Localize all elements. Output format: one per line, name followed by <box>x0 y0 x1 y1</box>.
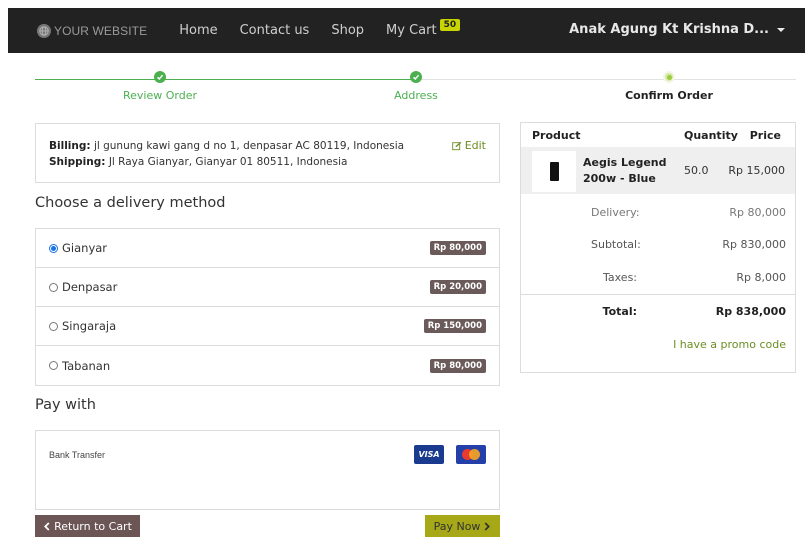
shipping-label: Shipping: <box>49 156 106 168</box>
option-name: Denpasar <box>62 280 118 294</box>
nav-my-cart[interactable]: My Cart 50 <box>386 19 461 38</box>
radio-selected-icon[interactable] <box>49 243 58 253</box>
globe-icon <box>37 23 51 38</box>
brand-name: YOUR WEBSITE <box>54 23 148 38</box>
taxes-value: Rp 8,000 <box>736 271 786 284</box>
progress-line-done <box>35 79 415 80</box>
current-step-dot-icon <box>663 71 675 83</box>
radio-icon[interactable] <box>49 282 58 292</box>
nav-contact[interactable]: Contact us <box>240 23 310 38</box>
edit-address-link[interactable]: Edit <box>451 138 486 154</box>
option-name: Tabanan <box>62 358 111 373</box>
step-label: Confirm Order <box>625 89 713 102</box>
delivery-options-list: Gianyar Rp 80,000 Denpasar Rp 20,000 Sin… <box>35 228 500 386</box>
user-menu-dropdown[interactable]: Anak Agung Kt Krishna D... <box>569 22 785 37</box>
user-name: Anak Agung Kt Krishna D... <box>569 22 769 37</box>
nav-home[interactable]: Home <box>179 23 217 38</box>
product-quantity: 50.0 <box>684 164 709 177</box>
device-icon <box>549 162 559 181</box>
step-label: Address <box>394 89 438 102</box>
step-confirm-order: Confirm Order <box>619 71 719 102</box>
progress-line-pending <box>415 79 796 80</box>
product-name-line2: 200w - Blue <box>583 172 656 185</box>
order-summary-panel: Product Quantity Price Aegis Legend 200w… <box>520 122 796 373</box>
chevron-right-icon <box>484 521 491 531</box>
product-name: Aegis Legend 200w - Blue <box>583 155 667 187</box>
visa-icon: VISA <box>414 445 444 464</box>
header-product: Product <box>532 128 581 142</box>
step-review-order[interactable]: Review Order <box>110 71 210 102</box>
option-name: Gianyar <box>62 241 108 255</box>
delivery-option-singaraja[interactable]: Singaraja Rp 150,000 <box>36 307 499 346</box>
subtotal-row: Subtotal: Rp 830,000 <box>521 238 795 258</box>
taxes-label: Taxes: <box>602 271 637 284</box>
summary-header: Product Quantity Price <box>521 123 795 147</box>
promo-code-link[interactable]: I have a promo code <box>673 338 786 351</box>
price-badge: Rp 80,000 <box>429 358 486 373</box>
check-icon <box>154 71 166 83</box>
delivery-value: Rp 80,000 <box>729 206 786 219</box>
payment-method-box[interactable]: Bank Transfer VISA <box>35 430 500 510</box>
price-badge: Rp 80,000 <box>429 241 486 255</box>
shipping-value: Jl Raya Gianyar, Gianyar 01 80511, Indon… <box>108 156 348 168</box>
delivery-option-tabanan[interactable]: Tabanan Rp 80,000 <box>36 346 499 385</box>
taxes-row: Taxes: Rp 8,000 <box>521 271 795 291</box>
header-quantity: Quantity <box>684 128 738 142</box>
radio-icon[interactable] <box>49 321 58 331</box>
shipping-line: Shipping: Jl Raya Gianyar, Gianyar 01 80… <box>49 154 486 170</box>
product-name-line1: Aegis Legend <box>583 156 667 169</box>
option-name: Singaraja <box>62 319 117 333</box>
edit-icon <box>451 141 461 151</box>
chevron-left-icon <box>44 521 50 531</box>
delivery-option-denpasar[interactable]: Denpasar Rp 20,000 <box>36 268 499 307</box>
radio-icon[interactable] <box>49 361 58 370</box>
delivery-option-gianyar[interactable]: Gianyar Rp 80,000 <box>36 229 499 268</box>
return-to-cart-button[interactable]: Return to Cart <box>35 515 140 537</box>
cart-label: My Cart <box>386 23 437 38</box>
delivery-row: Delivery: Rp 80,000 <box>521 206 795 226</box>
option-left: Tabanan <box>49 359 110 373</box>
summary-divider <box>521 294 795 295</box>
option-left: Gianyar <box>49 241 107 255</box>
caret-down-icon <box>777 27 785 32</box>
price-badge: Rp 20,000 <box>429 280 486 294</box>
return-label: Return to Cart <box>54 519 132 533</box>
subtotal-value: Rp 830,000 <box>722 238 786 251</box>
option-left: Singaraja <box>49 319 116 333</box>
payment-method-label: Bank Transfer <box>49 450 106 460</box>
total-row: Total: Rp 838,000 <box>521 305 795 325</box>
mastercard-icon <box>456 445 486 464</box>
product-price: Rp 15,000 <box>728 164 785 177</box>
step-label: Review Order <box>122 89 197 102</box>
delivery-method-title: Choose a delivery method <box>35 195 226 211</box>
check-icon <box>410 71 422 83</box>
top-navbar: YOUR WEBSITE Home Contact us Shop My Car… <box>8 8 805 53</box>
cart-count-badge: 50 <box>439 19 461 31</box>
billing-value: jl gunung kawi gang d no 1, denpasar AC … <box>93 140 405 152</box>
billing-line: Billing: jl gunung kawi gang d no 1, den… <box>49 138 486 154</box>
delivery-label: Delivery: <box>591 206 640 219</box>
subtotal-label: Subtotal: <box>591 238 641 251</box>
total-value: Rp 838,000 <box>715 305 786 318</box>
pay-now-button[interactable]: Pay Now <box>425 515 500 537</box>
step-address[interactable]: Address <box>366 71 466 102</box>
header-price: Price <box>749 128 781 142</box>
brand-logo[interactable]: YOUR WEBSITE <box>37 23 148 38</box>
edit-label: Edit <box>464 139 486 152</box>
pay-label: Pay Now <box>433 519 481 533</box>
address-summary-box: Billing: jl gunung kawi gang d no 1, den… <box>35 123 500 183</box>
nav-shop[interactable]: Shop <box>331 23 364 38</box>
product-row: Aegis Legend 200w - Blue 50.0 Rp 15,000 <box>521 147 795 194</box>
billing-label: Billing: <box>49 140 91 152</box>
product-image <box>532 151 576 192</box>
pay-with-title: Pay with <box>35 397 96 413</box>
price-badge: Rp 150,000 <box>423 319 486 333</box>
option-left: Denpasar <box>49 280 117 294</box>
total-label: Total: <box>602 305 637 318</box>
